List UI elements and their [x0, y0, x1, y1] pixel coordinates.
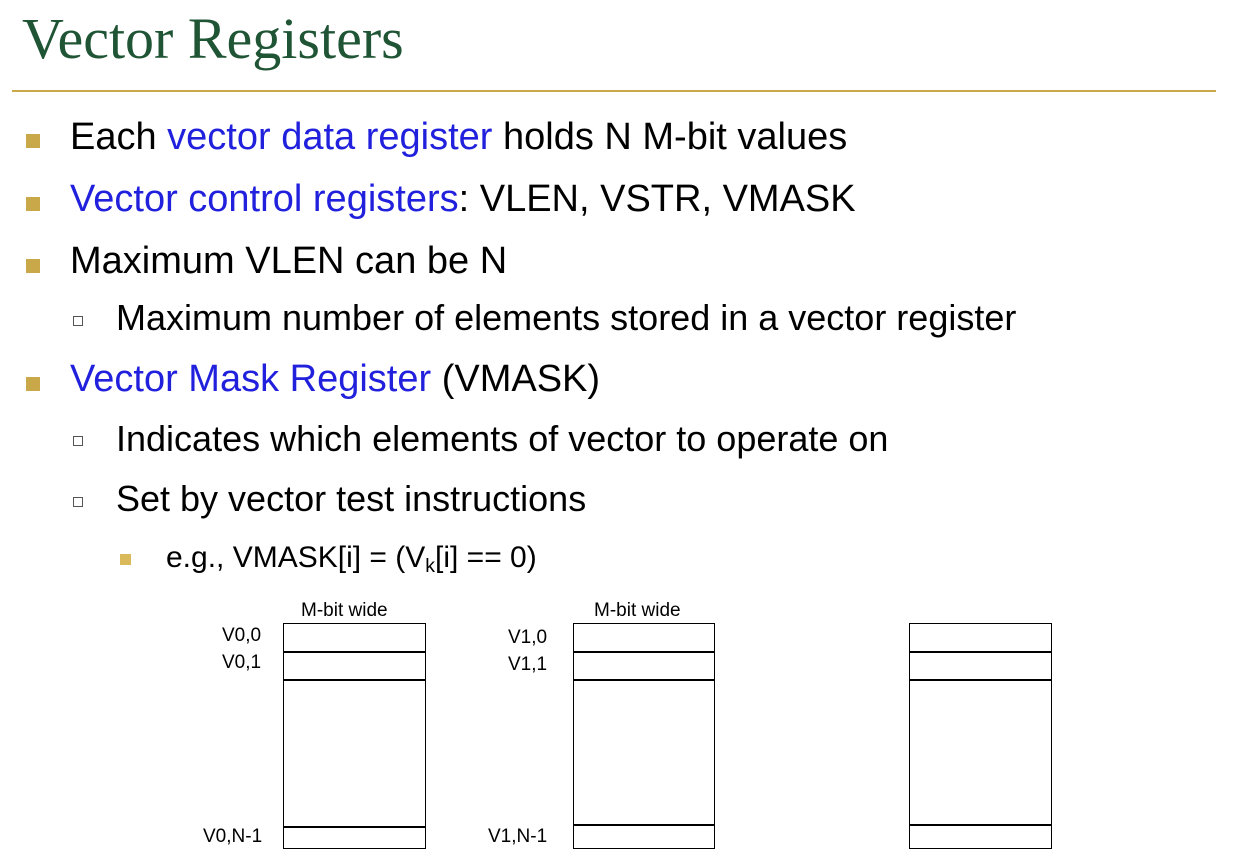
element-divider [910, 679, 1051, 681]
bullet-square-icon [26, 197, 40, 211]
element-divider [284, 826, 425, 828]
bullet-vector-data-register: Each vector data register holds N M-bit … [70, 115, 847, 159]
register-element-label: V0,1 [222, 652, 262, 673]
bullet-vector-mask-register: Vector Mask Register (VMASK) [70, 357, 600, 401]
element-divider [910, 651, 1051, 653]
element-divider [574, 679, 714, 681]
vector-register-v0 [283, 623, 426, 849]
bullet-text: : VLEN, VSTR, VMASK [458, 178, 856, 220]
sub-bullet-square-icon [73, 497, 83, 507]
title-divider [12, 90, 1216, 92]
register-width-label: M-bit wide [301, 600, 388, 621]
bullet-maximum-vlen: Maximum VLEN can be N [70, 240, 508, 282]
formula-subscript: k [425, 554, 436, 577]
page-title: Vector Registers [22, 6, 404, 71]
register-element-label: V0,N-1 [203, 826, 263, 847]
highlight-text: Vector control registers [70, 178, 459, 220]
highlight-text: vector data register [167, 116, 493, 158]
sub-bullet-square-icon [73, 436, 83, 446]
sub-bullet-set-by-test: Set by vector test instructions [116, 478, 587, 519]
register-element-label: V0,0 [222, 625, 262, 646]
sub-bullet-indicates: Indicates which elements of vector to op… [116, 418, 889, 459]
formula-text: e.g., VMASK[i] = (V [166, 541, 426, 574]
bullet-vector-control-registers: Vector control registers: VLEN, VSTR, VM… [70, 177, 856, 221]
sub-bullet-max-elements: Maximum number of elements stored in a v… [116, 297, 1017, 338]
register-width-label: M-bit wide [594, 600, 681, 621]
bullet-square-icon [26, 134, 40, 148]
vector-register-unlabeled [909, 623, 1052, 849]
sub-sub-bullet-square-icon [120, 554, 131, 565]
register-element-label: V1,1 [508, 654, 548, 675]
register-element-label: V1,N-1 [488, 826, 548, 847]
formula-text: [i] == 0) [435, 541, 537, 574]
bullet-text: (VMASK) [431, 358, 601, 400]
bullet-square-icon [26, 377, 40, 391]
example-vmask-formula: e.g., VMASK[i] = (Vk[i] == 0) [166, 536, 537, 588]
element-divider [910, 824, 1051, 826]
bullet-text: Each [70, 116, 168, 158]
bullet-square-icon [26, 259, 40, 273]
element-divider [574, 824, 714, 826]
sub-bullet-square-icon [73, 316, 83, 326]
element-divider [574, 651, 714, 653]
element-divider [284, 679, 425, 681]
element-divider [284, 651, 425, 653]
highlight-text: Vector Mask Register [70, 358, 432, 400]
bullet-text: holds N M-bit values [492, 116, 848, 158]
vector-register-v1 [573, 623, 715, 849]
register-element-label: V1,0 [508, 627, 548, 648]
